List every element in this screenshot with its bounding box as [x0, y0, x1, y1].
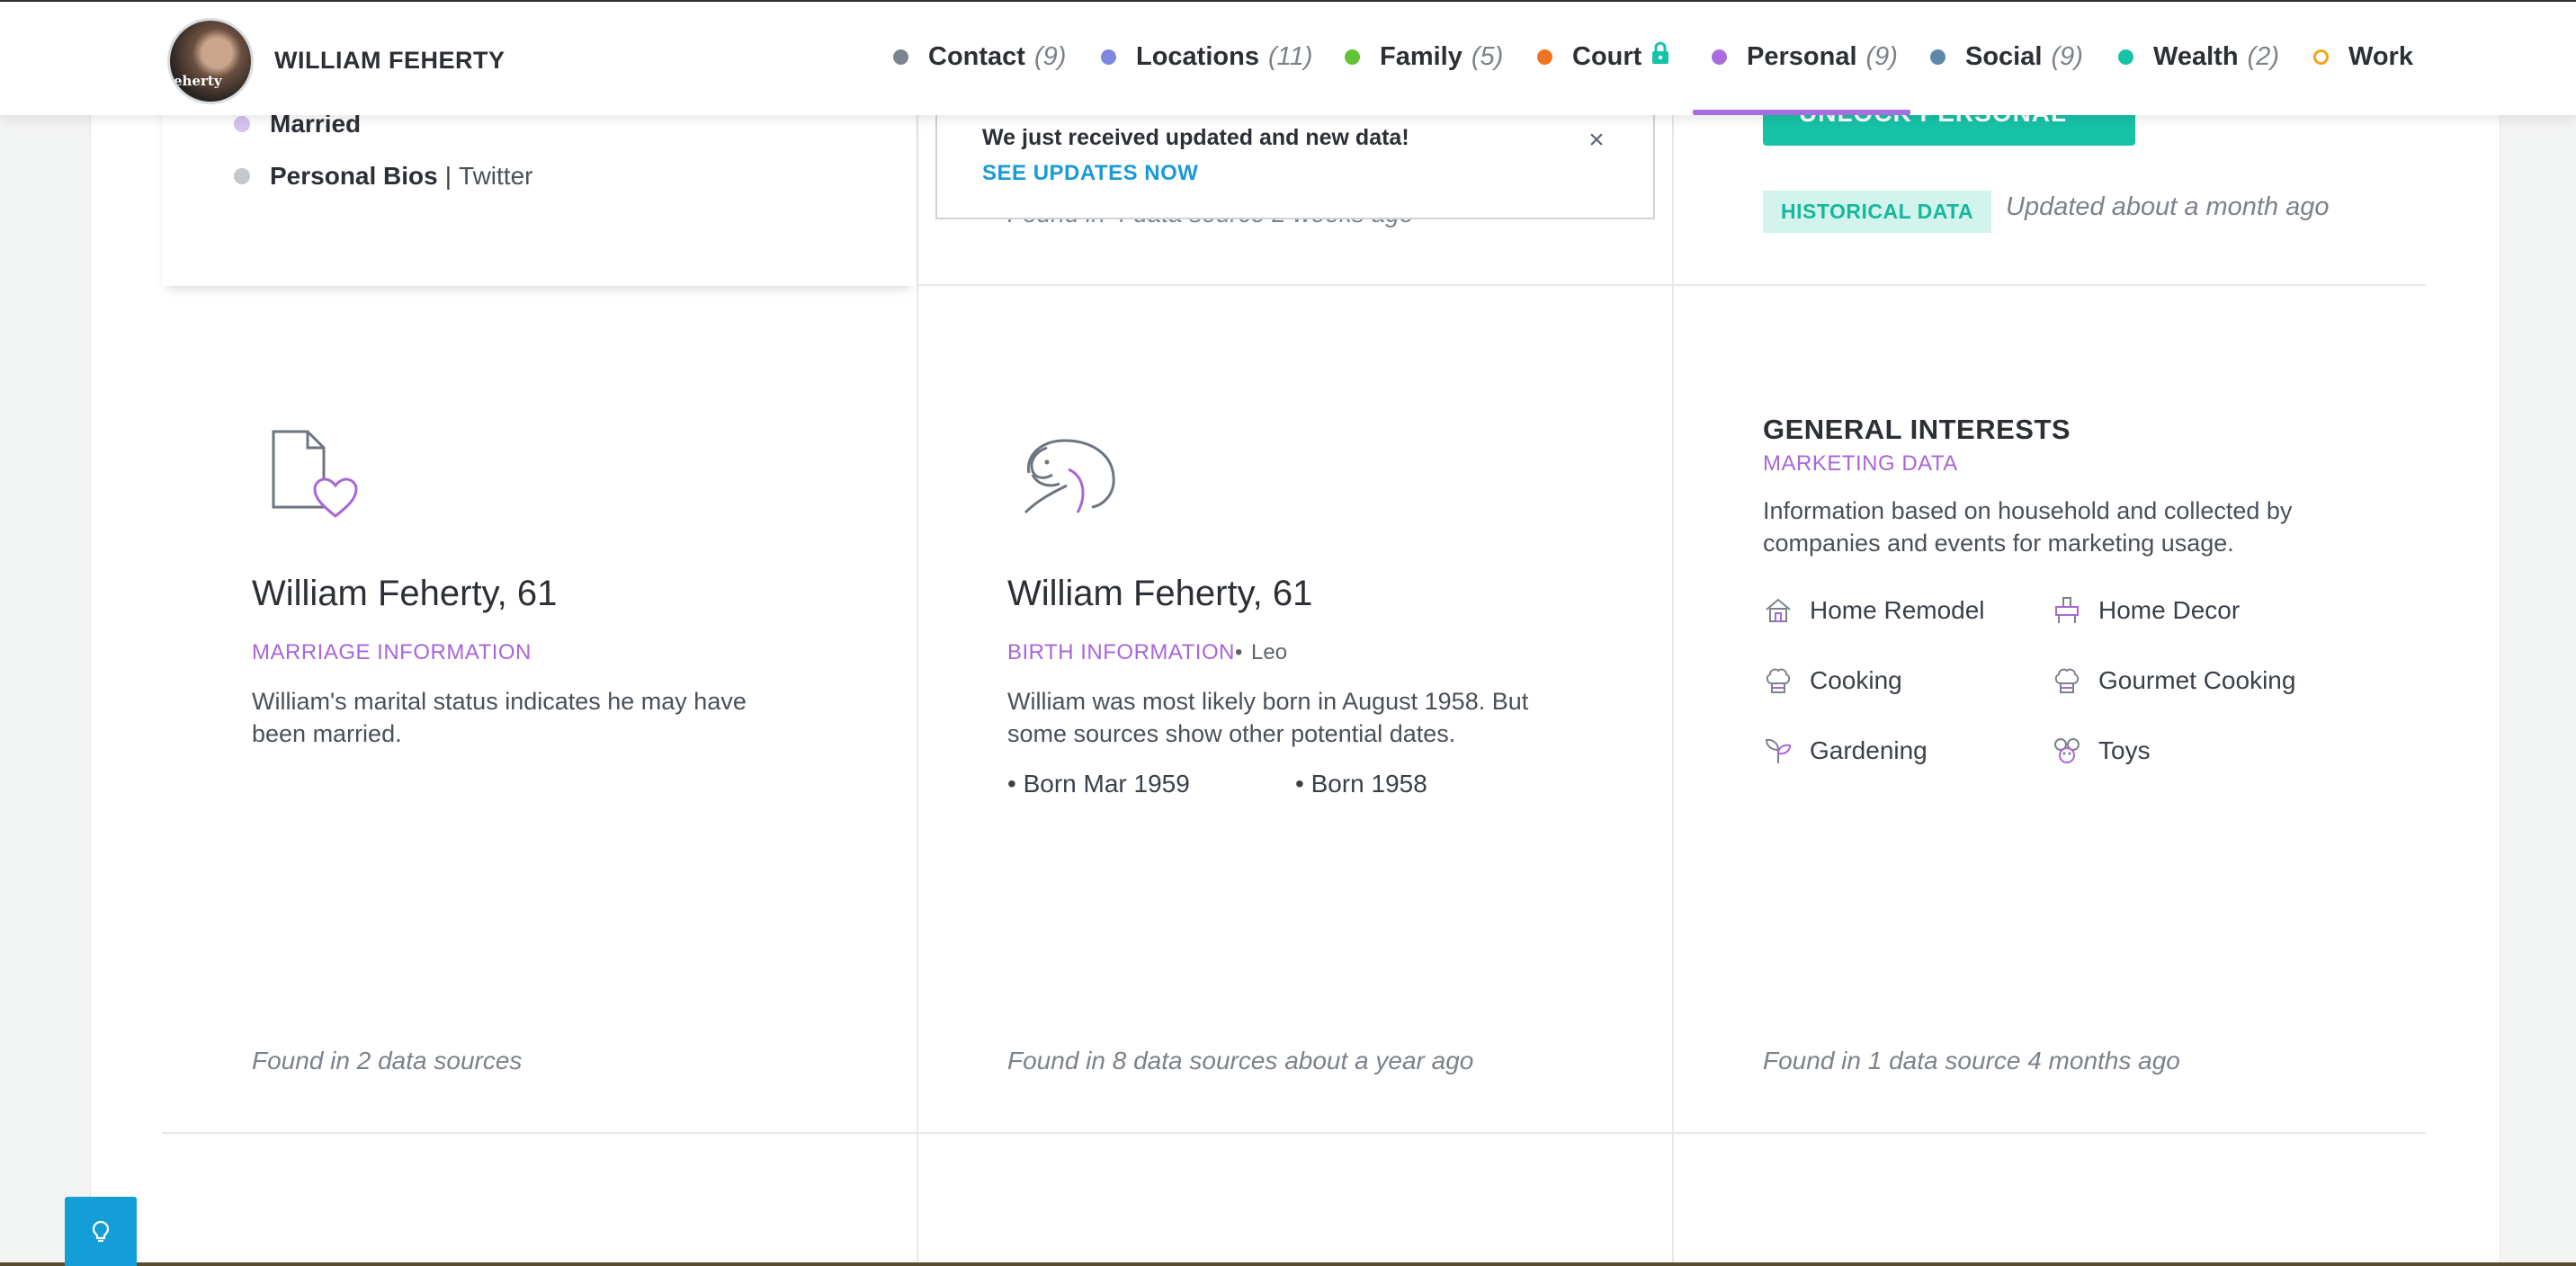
- lock-icon: [1650, 41, 1670, 72]
- marriage-card-text-line: been married.: [252, 720, 402, 747]
- home-remodel-icon: [1766, 598, 1791, 622]
- avatar-caption: eherty: [174, 73, 222, 89]
- profile-name: WILLIAM FEHERTY: [274, 47, 505, 74]
- interest-item: Cooking: [1763, 665, 1902, 696]
- status-dot: [234, 116, 250, 132]
- nav-dot: [1345, 49, 1360, 65]
- nav-dot: [1712, 49, 1727, 65]
- interest-item: Home Remodel: [1763, 595, 1985, 626]
- summary-row-personal-bios[interactable]: Personal Bios | Twitter: [234, 162, 532, 191]
- grid-divider: [917, 284, 2426, 286]
- separator: |: [444, 162, 452, 190]
- interests-found-text: Found in 1 data source 4 months ago: [1763, 1047, 2180, 1074]
- plant-icon: [1765, 738, 1792, 763]
- marriage-card-subtitle: MARRIAGE INFORMATION: [252, 640, 532, 664]
- nav-dot: [1930, 49, 1945, 65]
- birth-card-title: William Feherty, 61: [1007, 574, 1313, 613]
- birth-card-text-line: William was most likely born in August 1…: [1007, 688, 1529, 715]
- interest-item: Toys: [2052, 736, 2151, 766]
- birth-date-option: • Born 1958: [1295, 770, 1427, 798]
- nav-tab-work[interactable]: Work: [2313, 41, 2413, 72]
- home-decor-icon: [2055, 597, 2079, 623]
- nav-dot: [893, 49, 908, 65]
- nav-tab-personal[interactable]: Personal (9): [1712, 41, 1898, 72]
- nav-label: Wealth: [2153, 41, 2239, 71]
- leo-zodiac-icon: [1020, 433, 1121, 521]
- summary-detail: Twitter: [459, 162, 533, 190]
- nav-count: (5): [1471, 41, 1504, 71]
- interests-card-text-line: Information based on household and colle…: [1763, 497, 2293, 524]
- nav-tab-wealth[interactable]: Wealth (2): [2118, 41, 2279, 72]
- bottom-edge: [0, 1262, 2576, 1266]
- nav-dot: [1537, 49, 1552, 65]
- nav-tab-social[interactable]: Social (9): [1930, 41, 2083, 72]
- nav-label: Contact: [928, 41, 1025, 71]
- interest-label: Cooking: [1810, 666, 1902, 694]
- nav-count: (9): [2051, 41, 2083, 71]
- grid-divider: [162, 1132, 2426, 1134]
- interest-item: Gardening: [1763, 736, 1928, 766]
- nav-tab-locations[interactable]: Locations (11): [1101, 41, 1312, 72]
- toys-icon: [2054, 738, 2080, 763]
- sign-separator: •: [1235, 640, 1243, 664]
- nav-dot: [1101, 49, 1116, 65]
- nav-label: Personal: [1747, 41, 1857, 71]
- grid-divider: [917, 108, 918, 1266]
- birth-date-option: • Born Mar 1959: [1007, 770, 1190, 798]
- grid-divider: [1672, 108, 1674, 1266]
- nav-count: (9): [1865, 41, 1898, 71]
- interests-card-subtitle: MARKETING DATA: [1763, 451, 1958, 476]
- nav-label: Social: [1965, 41, 2043, 71]
- interest-item: Gourmet Cooking: [2052, 665, 2295, 696]
- nav-label: Family: [1380, 41, 1462, 71]
- nav-count: (11): [1267, 41, 1313, 71]
- interest-label: Toys: [2098, 736, 2151, 764]
- avatar[interactable]: eherty: [167, 18, 254, 104]
- lightbulb-icon: [92, 1220, 110, 1242]
- interest-item: Home Decor: [2052, 595, 2240, 626]
- interest-label: Gardening: [1810, 736, 1928, 764]
- marriage-card-title: William Feherty, 61: [252, 574, 558, 613]
- nav-tab-contact[interactable]: Contact (9): [893, 41, 1066, 72]
- interest-label: Gourmet Cooking: [2098, 666, 2296, 694]
- nav-label: Court: [1572, 41, 1642, 71]
- historical-data-badge: HISTORICAL DATA: [1763, 191, 1992, 233]
- chef-hat-icon: [1766, 668, 1791, 693]
- interests-card-title: GENERAL INTERESTS: [1763, 414, 2071, 445]
- interest-label: Home Remodel: [1810, 596, 1985, 624]
- notification-message: We just received updated and new data!: [982, 125, 1409, 150]
- nav-dot: [2313, 49, 2329, 65]
- marriage-icon: [268, 428, 362, 526]
- nav-label: Locations: [1136, 41, 1259, 71]
- nav-count: (9): [1033, 41, 1067, 71]
- nav-label: Work: [2348, 41, 2413, 71]
- nav-dot: [2118, 49, 2133, 65]
- help-button[interactable]: [65, 1197, 137, 1266]
- personal-summary-card: Married Personal Bios | Twitter: [162, 90, 916, 286]
- nav-tab-family[interactable]: Family (5): [1345, 41, 1503, 72]
- nav-tab-court[interactable]: Court: [1537, 41, 1670, 72]
- close-icon[interactable]: ×: [1583, 127, 1610, 154]
- summary-label: Personal Bios: [270, 162, 438, 190]
- active-tab-indicator: [1693, 110, 1910, 115]
- nav-count: (2): [2247, 41, 2279, 71]
- birth-card-subtitle: BIRTH INFORMATION: [1007, 640, 1235, 664]
- zodiac-sign: Leo: [1251, 640, 1288, 664]
- birth-card-text-line: some sources show other potential dates.: [1007, 720, 1456, 747]
- status-dot: [234, 168, 250, 184]
- interests-card-text-line: companies and events for marketing usage…: [1763, 530, 2234, 557]
- marriage-card-text-line: William's marital status indicates he ma…: [252, 688, 747, 715]
- updated-timestamp: Updated about a month ago: [2006, 192, 2330, 221]
- see-updates-link[interactable]: SEE UPDATES NOW: [982, 161, 1198, 186]
- top-header: eherty WILLIAM FEHERTY Contact (9) Locat…: [0, 0, 2576, 115]
- birth-found-text: Found in 8 data sources about a year ago: [1007, 1047, 1474, 1074]
- interest-label: Home Decor: [2098, 596, 2241, 624]
- chef-hat-icon: [2054, 668, 2080, 693]
- marriage-found-text: Found in 2 data sources: [252, 1047, 523, 1074]
